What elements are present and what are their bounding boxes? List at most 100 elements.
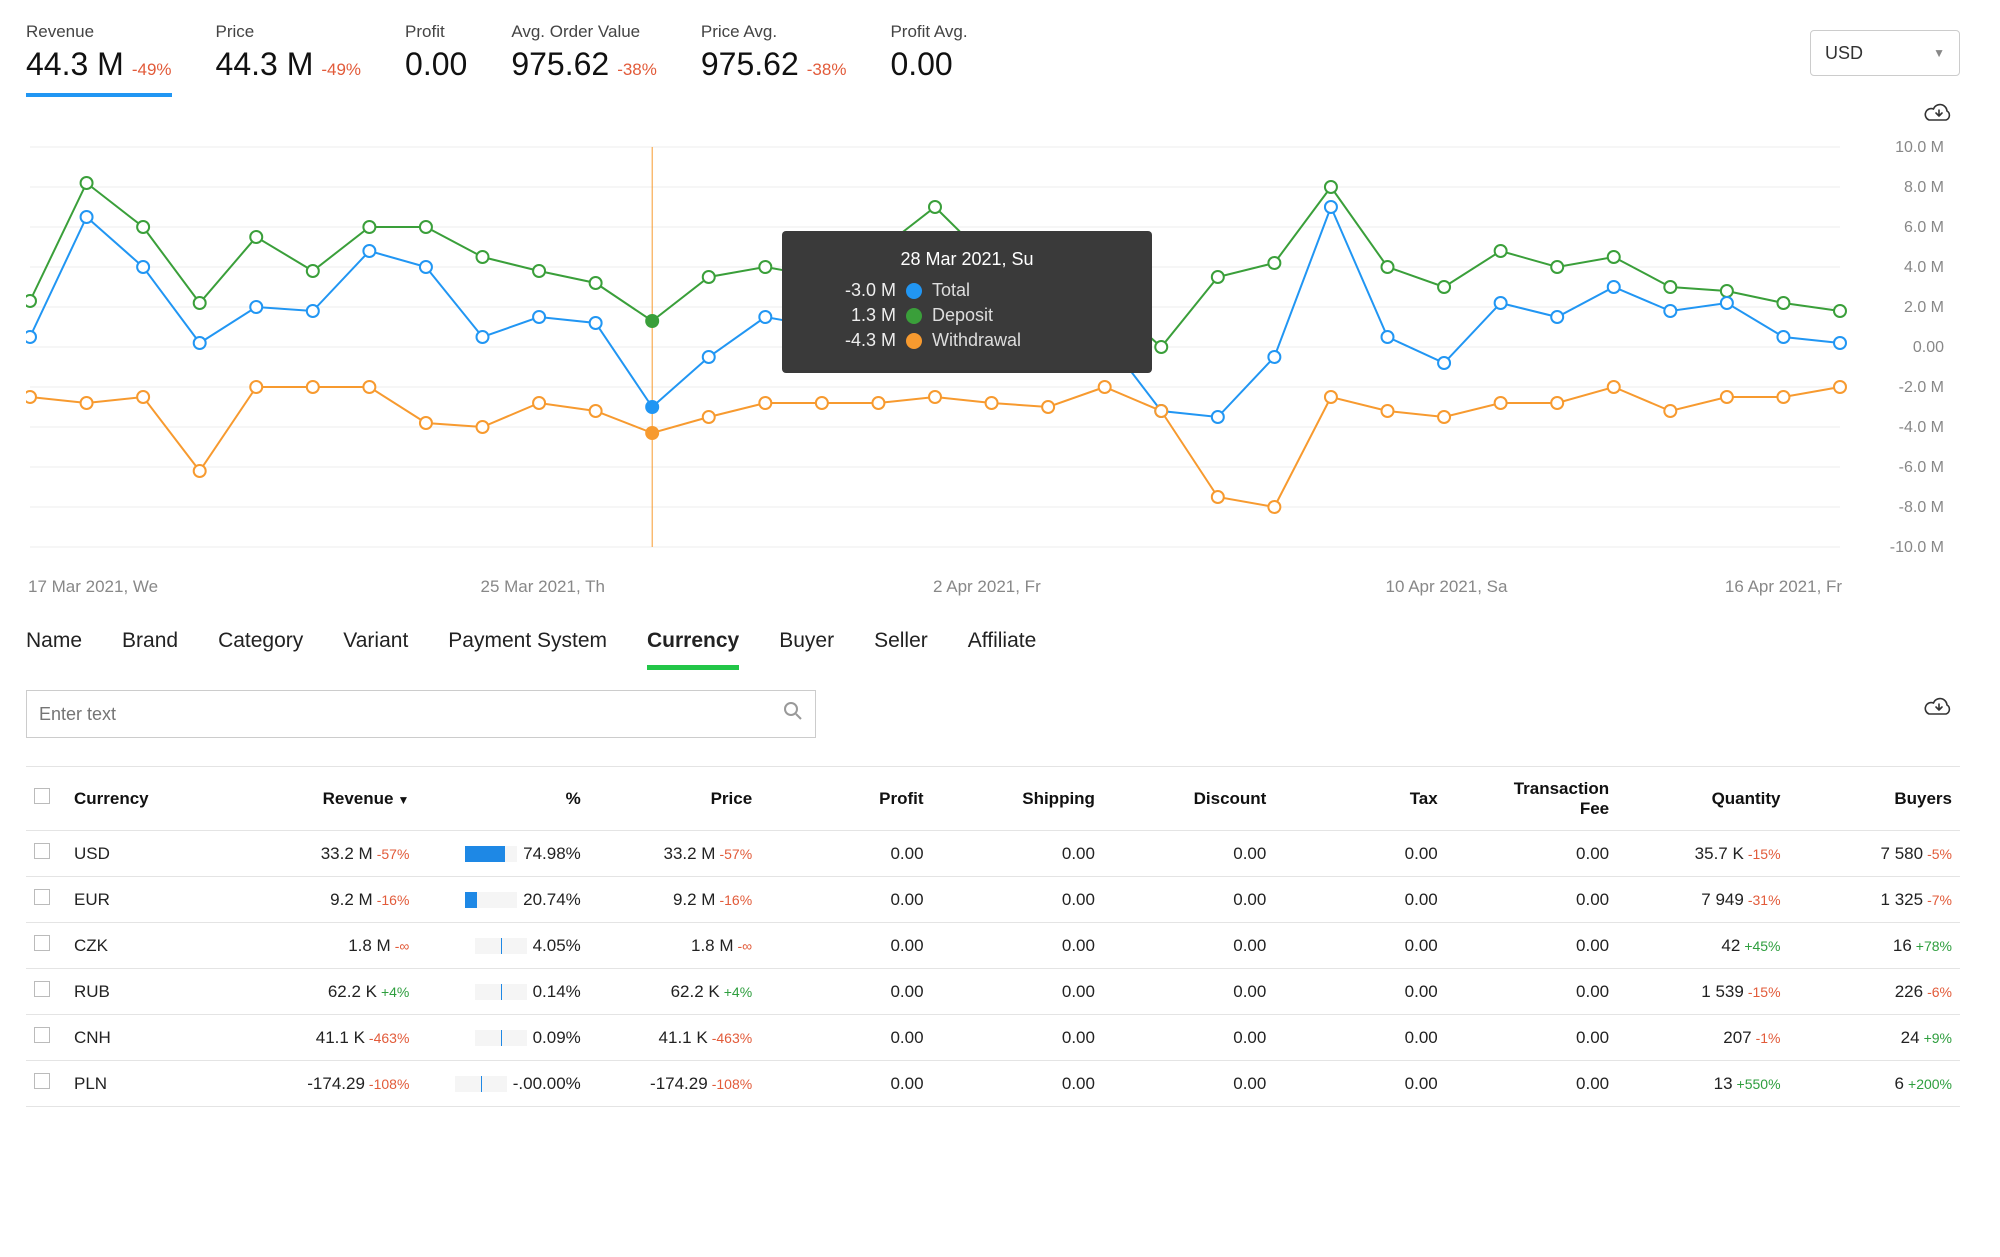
cell-delta: -108% bbox=[712, 1076, 752, 1092]
svg-text:8.0 M: 8.0 M bbox=[1904, 179, 1944, 196]
kpi-label: Profit bbox=[405, 22, 467, 42]
kpi-price-avg-[interactable]: Price Avg.975.62-38% bbox=[701, 22, 847, 93]
col-profit[interactable]: Profit bbox=[760, 767, 931, 831]
kpi-avg-order-value[interactable]: Avg. Order Value975.62-38% bbox=[511, 22, 657, 93]
kpi-price[interactable]: Price44.3 M-49% bbox=[216, 22, 362, 93]
cell-discount: 0.00 bbox=[1103, 923, 1274, 969]
cell-fee: 0.00 bbox=[1446, 969, 1617, 1015]
kpi-delta: -49% bbox=[321, 60, 361, 80]
search-box[interactable] bbox=[26, 690, 816, 738]
cell-profit: 0.00 bbox=[760, 1061, 931, 1107]
cell-shipping: 0.00 bbox=[932, 1015, 1103, 1061]
cell-delta: -7% bbox=[1927, 892, 1952, 908]
cell-delta: -15% bbox=[1748, 846, 1781, 862]
row-checkbox[interactable] bbox=[34, 1027, 50, 1043]
cell-delta: +200% bbox=[1908, 1076, 1952, 1092]
kpi-profit-avg-[interactable]: Profit Avg.0.00 bbox=[890, 22, 967, 93]
chart-x-tick: 10 Apr 2021, Sa bbox=[1386, 577, 1508, 597]
col-discount[interactable]: Discount bbox=[1103, 767, 1274, 831]
kpi-label: Profit Avg. bbox=[890, 22, 967, 42]
svg-text:-4.0 M: -4.0 M bbox=[1899, 419, 1944, 436]
tab-seller[interactable]: Seller bbox=[874, 629, 928, 670]
cell-tax: 0.00 bbox=[1274, 969, 1445, 1015]
cell-fee: 0.00 bbox=[1446, 1061, 1617, 1107]
currency-table: CurrencyRevenue▼%PriceProfitShippingDisc… bbox=[26, 766, 1960, 1107]
tooltip-value: 1.3 M bbox=[806, 305, 896, 326]
cell-price: 1.8 M -∞ bbox=[589, 923, 760, 969]
tab-variant[interactable]: Variant bbox=[343, 629, 408, 670]
cell-shipping: 0.00 bbox=[932, 923, 1103, 969]
cell-revenue: 33.2 M -57% bbox=[246, 831, 417, 877]
col-shipping[interactable]: Shipping bbox=[932, 767, 1103, 831]
download-icon[interactable] bbox=[1922, 694, 1956, 720]
col-transaction-fee[interactable]: TransactionFee bbox=[1446, 767, 1617, 831]
kpi-label: Price Avg. bbox=[701, 22, 847, 42]
tooltip-dot bbox=[906, 308, 922, 324]
download-icon[interactable] bbox=[1922, 100, 1956, 126]
tab-affiliate[interactable]: Affiliate bbox=[968, 629, 1037, 670]
cell-price: 33.2 M -57% bbox=[589, 831, 760, 877]
tab-brand[interactable]: Brand bbox=[122, 629, 178, 670]
cell-value: 35.7 K bbox=[1695, 844, 1744, 864]
cell-buyers: 226 -6% bbox=[1789, 969, 1960, 1015]
search-input[interactable] bbox=[39, 704, 783, 725]
tooltip-row: -3.0 MTotal bbox=[806, 280, 1128, 301]
revenue-chart[interactable]: 10.0 M8.0 M6.0 M4.0 M2.0 M0.00-2.0 M-4.0… bbox=[26, 137, 1950, 605]
row-checkbox[interactable] bbox=[34, 981, 50, 997]
cell-value: 226 bbox=[1895, 982, 1923, 1002]
cell-revenue: -174.29 -108% bbox=[246, 1061, 417, 1107]
tab-buyer[interactable]: Buyer bbox=[779, 629, 834, 670]
col-price[interactable]: Price bbox=[589, 767, 760, 831]
tab-currency[interactable]: Currency bbox=[647, 629, 739, 670]
tab-category[interactable]: Category bbox=[218, 629, 303, 670]
col-revenue[interactable]: Revenue▼ bbox=[246, 767, 417, 831]
kpi-delta: -38% bbox=[617, 60, 657, 80]
row-checkbox[interactable] bbox=[34, 889, 50, 905]
cell-delta: -15% bbox=[1748, 984, 1781, 1000]
tab-name[interactable]: Name bbox=[26, 629, 82, 670]
cell-profit: 0.00 bbox=[760, 1015, 931, 1061]
col-quantity[interactable]: Quantity bbox=[1617, 767, 1788, 831]
kpi-profit[interactable]: Profit0.00 bbox=[405, 22, 467, 93]
cell-revenue: 1.8 M -∞ bbox=[246, 923, 417, 969]
tab-payment-system[interactable]: Payment System bbox=[448, 629, 607, 670]
tooltip-dot bbox=[906, 283, 922, 299]
svg-text:6.0 M: 6.0 M bbox=[1904, 219, 1944, 236]
pct-bar bbox=[465, 846, 517, 862]
cell-value: 1.8 M bbox=[691, 936, 734, 956]
cell-value: 33.2 M bbox=[321, 844, 373, 864]
kpi-value: 44.3 M bbox=[216, 46, 314, 83]
tooltip-dot bbox=[906, 333, 922, 349]
cell-fee: 0.00 bbox=[1446, 831, 1617, 877]
col-buyers[interactable]: Buyers bbox=[1789, 767, 1960, 831]
search-icon bbox=[783, 701, 803, 727]
cell-quantity: 1 539 -15% bbox=[1617, 969, 1788, 1015]
tooltip-row: 1.3 MDeposit bbox=[806, 305, 1128, 326]
cell-currency: USD bbox=[66, 831, 246, 877]
chart-x-labels: 17 Mar 2021, We25 Mar 2021, Th2 Apr 2021… bbox=[26, 577, 1846, 605]
checkbox-icon[interactable] bbox=[34, 788, 50, 804]
cell-discount: 0.00 bbox=[1103, 831, 1274, 877]
cell-discount: 0.00 bbox=[1103, 1061, 1274, 1107]
cell-fee: 0.00 bbox=[1446, 1015, 1617, 1061]
tooltip-series-name: Total bbox=[932, 280, 970, 301]
row-checkbox[interactable] bbox=[34, 1073, 50, 1089]
currency-select[interactable]: USD ▼ bbox=[1810, 30, 1960, 76]
col-tax[interactable]: Tax bbox=[1274, 767, 1445, 831]
cell-value: 16 bbox=[1893, 936, 1912, 956]
cell-value: -174.29 bbox=[650, 1074, 708, 1094]
kpi-revenue[interactable]: Revenue44.3 M-49% bbox=[26, 22, 172, 97]
cell-value: 207 bbox=[1723, 1028, 1751, 1048]
row-checkbox[interactable] bbox=[34, 935, 50, 951]
cell-price: -174.29 -108% bbox=[589, 1061, 760, 1107]
cell-delta: +78% bbox=[1916, 938, 1952, 954]
chevron-down-icon: ▼ bbox=[1933, 46, 1945, 60]
cell-currency: CNH bbox=[66, 1015, 246, 1061]
cell-quantity: 35.7 K -15% bbox=[1617, 831, 1788, 877]
col--[interactable]: % bbox=[417, 767, 588, 831]
cell-buyers: 7 580 -5% bbox=[1789, 831, 1960, 877]
cell-quantity: 7 949 -31% bbox=[1617, 877, 1788, 923]
row-checkbox[interactable] bbox=[34, 843, 50, 859]
col-currency[interactable]: Currency bbox=[66, 767, 246, 831]
cell-value: 13 bbox=[1714, 1074, 1733, 1094]
